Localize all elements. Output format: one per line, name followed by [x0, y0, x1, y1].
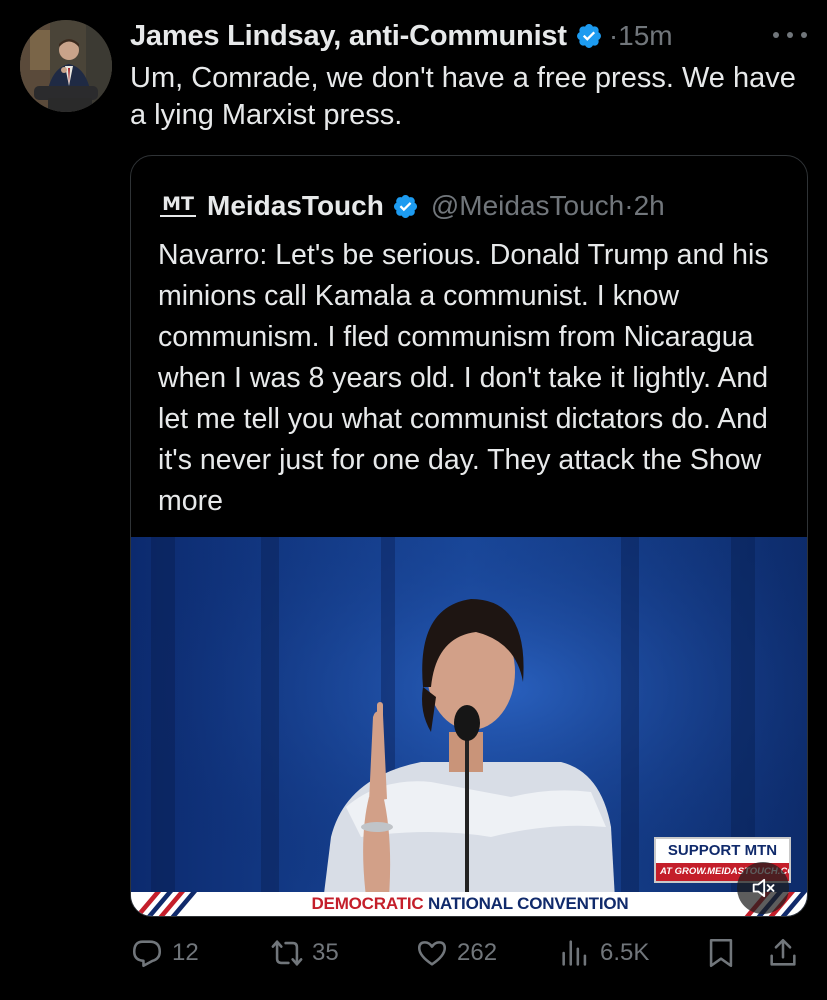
- support-overlay-title: SUPPORT MTN: [667, 842, 778, 859]
- repost-icon: [271, 940, 303, 966]
- speaker-muted-icon[interactable]: [737, 862, 789, 914]
- share-icon: [770, 938, 796, 966]
- bookmark-button[interactable]: [704, 930, 738, 976]
- action-bar: 12 35 262 6.5K: [130, 930, 810, 976]
- like-count: 262: [457, 939, 498, 966]
- tweet-time[interactable]: ·15m: [609, 20, 673, 52]
- like-button[interactable]: 262: [415, 930, 497, 976]
- share-button[interactable]: [766, 930, 800, 976]
- video-player[interactable]: SUPPORT MTN AT GROW.MEIDASTOUCH.COM DEMO…: [131, 537, 807, 916]
- quoted-author-name[interactable]: MeidasTouch: [207, 190, 384, 222]
- reply-button[interactable]: 12: [130, 930, 199, 976]
- quoted-author-handle[interactable]: @MeidasTouch·2h: [431, 190, 665, 222]
- verified-badge-icon[interactable]: [392, 193, 419, 220]
- repost-count: 35: [312, 939, 339, 966]
- views-count: 6.5K: [600, 939, 650, 966]
- meidastouch-logo[interactable]: MT: [159, 189, 197, 223]
- tweet-text: Um, Comrade, we don't have a free press.…: [130, 62, 796, 131]
- reply-icon: [132, 940, 162, 968]
- verified-badge-icon[interactable]: [575, 22, 603, 50]
- views-button[interactable]: 6.5K: [558, 930, 649, 976]
- more-horizontal-icon[interactable]: [773, 20, 807, 50]
- convention-banner-text: DEMOCRATIC NATIONAL CONVENTION: [311, 894, 629, 913]
- bookmark-icon: [709, 938, 733, 968]
- tweet-header: James Lindsay, anti-Communist ·15m: [130, 16, 807, 56]
- reply-count: 12: [172, 939, 199, 966]
- repost-button[interactable]: 35: [270, 930, 339, 976]
- quoted-tweet-header: MT MeidasTouch @MeidasTouch·2h: [159, 186, 665, 226]
- quoted-text-body: Navarro: Let's be serious. Donald Trump …: [158, 239, 769, 476]
- quoted-tweet-text: Navarro: Let's be serious. Donald Trump …: [158, 235, 788, 522]
- author-avatar[interactable]: [20, 20, 112, 112]
- convention-banner: DEMOCRATIC NATIONAL CONVENTION: [131, 892, 807, 916]
- quoted-tweet[interactable]: MT MeidasTouch @MeidasTouch·2h Navarro: …: [130, 155, 808, 917]
- author-name[interactable]: James Lindsay, anti-Communist: [130, 20, 567, 53]
- views-icon: [562, 940, 587, 966]
- like-icon: [417, 941, 447, 966]
